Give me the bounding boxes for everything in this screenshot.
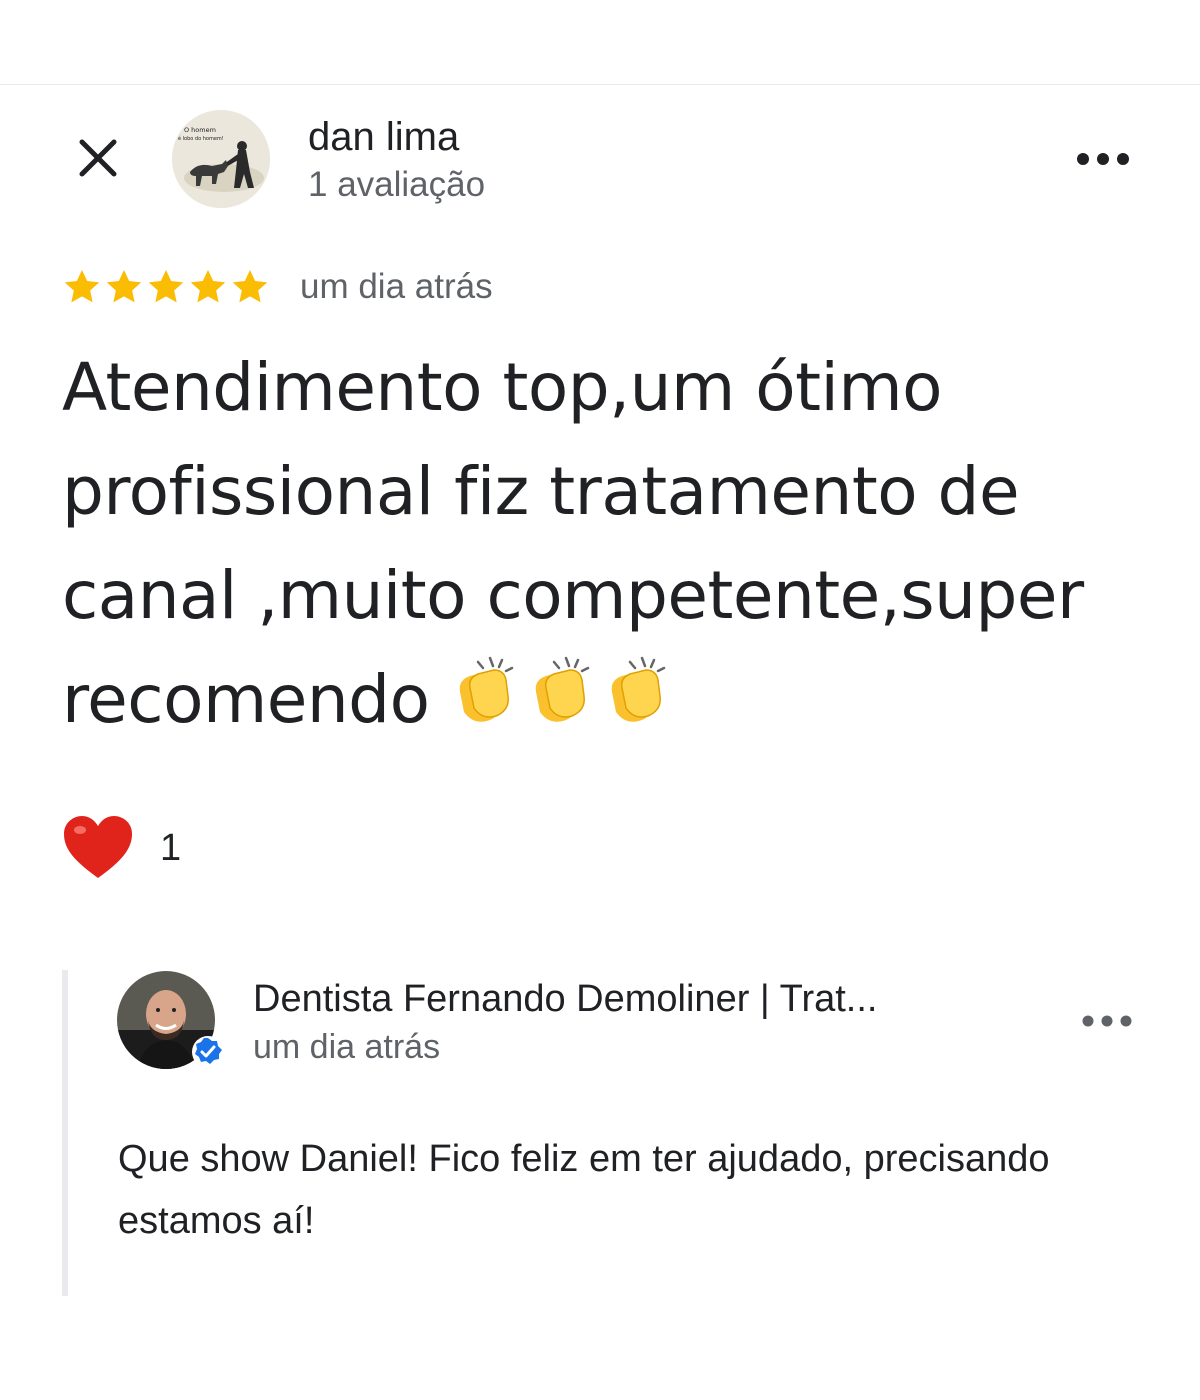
reply-date: um dia atrás — [253, 1028, 441, 1066]
owner-reply: Dentista Fernando Demoliner | Trat... um… — [62, 970, 1142, 1296]
clap-emoji-icons — [459, 656, 666, 724]
clapping-hands-emoji — [450, 652, 678, 758]
reviewer-review-count[interactable]: 1 avaliação — [308, 164, 485, 206]
owner-avatar-image — [117, 971, 224, 1069]
star-icon — [106, 270, 142, 303]
verified-badge-icon — [192, 1036, 224, 1068]
star-icon — [148, 270, 184, 303]
reviewer-name[interactable]: dan lima — [308, 114, 459, 160]
close-icon — [79, 139, 117, 177]
more-horizontal-icon — [1082, 1015, 1132, 1027]
reviewer-avatar-image: O homem é lobo do homem! — [172, 110, 270, 208]
avatar-caption-line1: O homem — [184, 126, 216, 134]
heart-icon — [64, 816, 132, 878]
star-rating — [62, 267, 270, 307]
star-icon — [232, 270, 268, 303]
owner-name[interactable]: Dentista Fernando Demoliner | Trat... — [253, 976, 1013, 1022]
clap-emoji — [459, 656, 514, 722]
reply-indent-bar — [62, 970, 68, 1296]
star-icon — [64, 270, 100, 303]
rating-row: um dia atrás — [62, 262, 493, 312]
review-header: O homem é lobo do homem! dan lima 1 aval… — [0, 100, 1200, 220]
card-top-divider — [0, 84, 1200, 85]
reply-text: Que show Daniel! Fico feliz em ter ajuda… — [118, 1138, 1050, 1242]
more-options-button[interactable] — [1068, 136, 1138, 182]
review-text: Atendimento top,um ótimo profissional fi… — [62, 336, 1162, 758]
heart-count: 1 — [160, 826, 182, 869]
reply-more-options-button[interactable] — [1072, 998, 1142, 1044]
review-detail-page: O homem é lobo do homem! dan lima 1 aval… — [0, 0, 1200, 1400]
avatar-caption-line2: é lobo do homem! — [178, 135, 224, 142]
close-button[interactable] — [68, 128, 128, 188]
owner-avatar[interactable] — [116, 970, 224, 1070]
more-horizontal-icon — [1077, 153, 1129, 165]
reviewer-avatar[interactable]: O homem é lobo do homem! — [172, 110, 270, 208]
reaction-heart-button[interactable]: 1 — [62, 810, 181, 886]
review-date: um dia atrás — [300, 267, 493, 306]
star-icon — [190, 270, 226, 303]
